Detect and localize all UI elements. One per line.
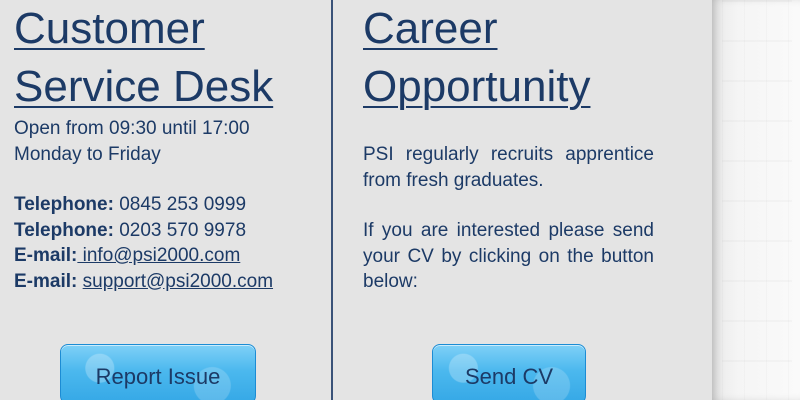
customer-service-section: Customer Service Desk Open from 09:30 un… — [14, 0, 314, 294]
opening-hours: Open from 09:30 until 17:00 Monday to Fr… — [14, 116, 314, 167]
career-section: Career Opportunity PSI regularly recruit… — [363, 0, 654, 295]
career-heading[interactable]: Career Opportunity — [363, 0, 654, 116]
career-paragraph-2: If you are interested please send your C… — [363, 220, 654, 292]
heading-line-1: Career — [363, 4, 498, 53]
background-image — [712, 0, 800, 400]
heading-line-2: Service Desk — [14, 62, 274, 111]
opening-hours-days: Monday to Friday — [14, 143, 161, 165]
customer-service-heading[interactable]: Customer Service Desk — [14, 0, 314, 116]
heading-line-1: Customer — [14, 4, 205, 53]
report-issue-button[interactable]: Report Issue — [60, 344, 256, 400]
contact-details: Telephone: 0845 253 0999 Telephone: 0203… — [14, 192, 314, 294]
career-heading-link[interactable]: Career Opportunity — [363, 0, 654, 116]
customer-service-heading-link[interactable]: Customer Service Desk — [14, 0, 314, 116]
career-paragraph-1: PSI regularly recruits apprentice from f… — [363, 144, 654, 191]
telephone-2: 0203 570 9978 — [113, 219, 247, 241]
opening-hours-time: Open from 09:30 until 17:00 — [14, 118, 250, 139]
contact-label: E-mail: — [14, 270, 78, 292]
email-info-link[interactable]: info@psi2000.com — [77, 245, 241, 266]
heading-line-2: Opportunity — [363, 62, 591, 111]
email-support-link[interactable]: support@psi2000.com — [83, 271, 273, 292]
send-cv-button[interactable]: Send CV — [432, 344, 586, 400]
column-divider — [331, 0, 333, 400]
contact-label: Telephone: — [14, 194, 114, 215]
telephone-1: 0845 253 0999 — [113, 194, 247, 215]
page: Customer Service Desk Open from 09:30 un… — [0, 0, 800, 400]
contact-label: Telephone: — [14, 219, 114, 241]
contact-label: E-mail: — [14, 245, 78, 266]
